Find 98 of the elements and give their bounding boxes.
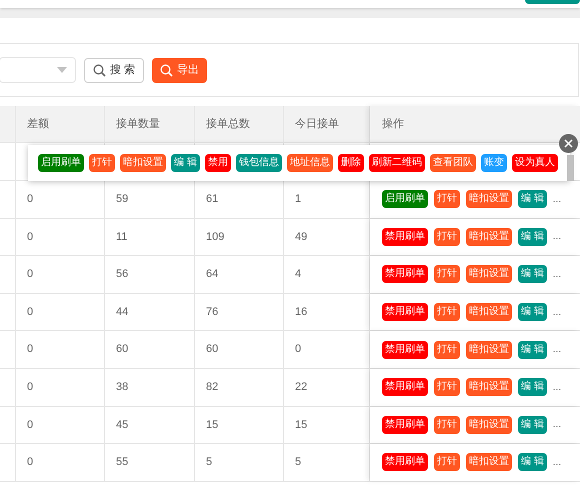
action-button[interactable]: 地址信息: [286, 154, 333, 172]
table-cell-text: 0: [27, 380, 34, 396]
action-button[interactable]: 打针: [434, 340, 460, 359]
table-cell-text: 0: [27, 230, 34, 245]
action-button[interactable]: 启用刷单: [38, 154, 84, 172]
table-cell-text: 16: [295, 304, 308, 320]
table-cell-text: 5: [295, 455, 302, 470]
action-button[interactable]: 禁用刷单: [382, 303, 428, 322]
action-button[interactable]: 暗扣设置: [466, 340, 512, 359]
more-button[interactable]: ...: [552, 304, 562, 320]
table-cell-text: 5: [206, 455, 212, 470]
table-cell-text: 60: [206, 342, 218, 358]
export-button[interactable]: 导出: [152, 58, 208, 82]
action-button[interactable]: 编 辑: [518, 190, 547, 208]
action-button[interactable]: 打针: [434, 190, 460, 208]
table-cell-text: 0: [27, 418, 34, 433]
more-button[interactable]: ...: [552, 417, 562, 432]
action-button[interactable]: 启用刷单: [382, 190, 428, 208]
action-button[interactable]: 打针: [434, 265, 460, 284]
table-cell-text: 64: [206, 267, 218, 282]
action-button[interactable]: 禁用刷单: [382, 453, 428, 472]
table-cell-text: 22: [295, 380, 308, 396]
table-cell-text: 82: [206, 380, 218, 396]
search-icon: [93, 64, 106, 76]
table-cell-text: 0: [27, 267, 34, 282]
action-button[interactable]: 暗扣设置: [466, 190, 512, 208]
action-button[interactable]: 打针: [434, 303, 460, 322]
action-button[interactable]: 暗扣设置: [466, 303, 512, 322]
action-button[interactable]: 编 辑: [518, 453, 547, 472]
popup-scrollbar: [567, 155, 574, 181]
action-button[interactable]: 禁用: [204, 154, 231, 172]
table-cell-text: 4: [295, 267, 302, 282]
table-cell-text: 76: [206, 304, 218, 320]
action-button[interactable]: 打针: [89, 154, 115, 172]
action-button[interactable]: 打针: [434, 378, 460, 396]
search-icon: [160, 64, 174, 76]
close-icon: [564, 139, 573, 148]
table-cell-text: 15: [295, 418, 308, 433]
action-button[interactable]: 暗扣设置: [466, 416, 512, 434]
action-button[interactable]: 暗扣设置: [466, 378, 512, 396]
action-button[interactable]: 编 辑: [518, 378, 547, 396]
more-button[interactable]: ...: [552, 342, 562, 358]
more-button[interactable]: ...: [552, 454, 562, 470]
more-button[interactable]: ...: [552, 192, 562, 207]
more-button[interactable]: ...: [552, 229, 562, 244]
action-button[interactable]: 禁用刷单: [382, 340, 428, 359]
action-button[interactable]: 编 辑: [518, 340, 547, 359]
action-button[interactable]: 编 辑: [518, 265, 547, 284]
action-button[interactable]: 账变: [480, 154, 507, 172]
action-button[interactable]: 禁用刷单: [382, 265, 428, 284]
table-cell-text: 0: [27, 192, 34, 208]
action-button[interactable]: 删除: [338, 154, 364, 172]
select-field[interactable]: [0, 57, 76, 83]
table-cell-text: 109: [206, 230, 224, 245]
action-button[interactable]: 暗扣设置: [466, 228, 512, 246]
table-cell-text: 0: [295, 342, 302, 358]
dropdown-caret-icon: [57, 67, 67, 73]
more-button[interactable]: ...: [552, 380, 562, 395]
table-cell-text: 0: [27, 455, 34, 470]
action-button[interactable]: 暗扣设置: [466, 265, 512, 284]
table-cell-text: 38: [116, 380, 128, 396]
table-cell-text: 15: [206, 418, 218, 433]
table-cell-text: 44: [116, 304, 128, 320]
table-cell-text: 56: [116, 267, 128, 282]
column-header: 差额: [27, 116, 49, 132]
action-button[interactable]: 打针: [434, 228, 460, 246]
top-bar-button[interactable]: [525, 0, 580, 4]
table-cell-text: 60: [116, 342, 128, 358]
column-header: 操作: [382, 116, 404, 132]
table-cell-text: 55: [116, 455, 128, 470]
action-button[interactable]: 禁用刷单: [382, 228, 428, 246]
action-button[interactable]: 刷新二维码: [368, 154, 425, 172]
table-cell-text: 61: [206, 192, 218, 208]
action-button[interactable]: 禁用刷单: [382, 416, 428, 434]
table-cell-text: 0: [27, 342, 34, 358]
column-header: 接单总数: [206, 116, 250, 132]
action-button[interactable]: 编 辑: [518, 228, 547, 246]
table-cell-text: 59: [116, 192, 128, 208]
action-button[interactable]: 暗扣设置: [120, 154, 166, 172]
action-button[interactable]: 禁用刷单: [382, 378, 428, 396]
table-cell-text: 0: [27, 304, 34, 320]
column-header: 今日接单: [295, 116, 339, 132]
action-button[interactable]: 查看团队: [430, 154, 476, 172]
search-button[interactable]: 搜 索: [84, 58, 144, 82]
action-button[interactable]: 钱包信息: [236, 154, 282, 172]
column-header: 接单数量: [116, 116, 160, 132]
action-button[interactable]: 编 辑: [171, 154, 200, 172]
table-cell-text: 45: [116, 418, 128, 433]
action-button[interactable]: 编 辑: [518, 416, 547, 434]
more-button[interactable]: ...: [552, 266, 562, 282]
action-button[interactable]: 设为真人: [512, 154, 558, 172]
action-button[interactable]: 编 辑: [518, 303, 547, 322]
action-button[interactable]: 打针: [434, 453, 460, 472]
action-button[interactable]: 打针: [434, 416, 460, 434]
action-button[interactable]: 暗扣设置: [466, 453, 512, 472]
table-cell-text: 49: [295, 230, 308, 245]
table-cell-text: 1: [295, 192, 302, 208]
table-cell-text: 11: [116, 230, 128, 245]
